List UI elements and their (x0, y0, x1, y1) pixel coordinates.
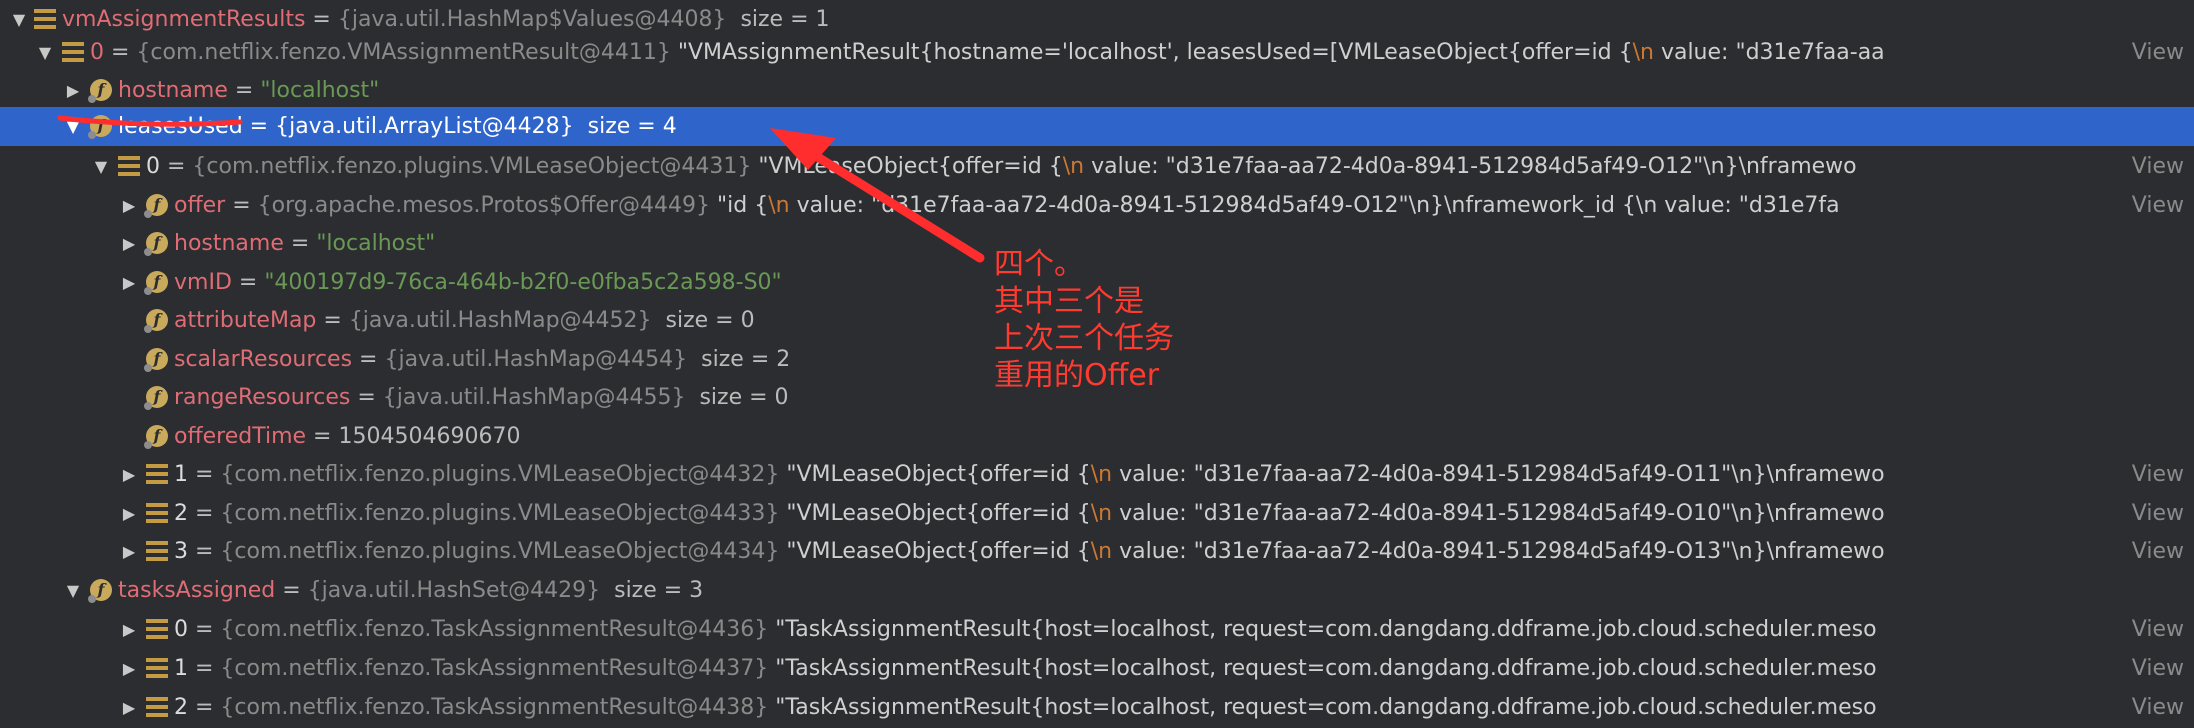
tree-row-label: 2 = {com.netflix.fenzo.plugins.VMLeaseOb… (174, 501, 1885, 526)
field-icon: f (144, 348, 168, 372)
chevron-down-icon[interactable]: ▼ (62, 571, 84, 610)
field-icon: f (144, 232, 168, 256)
view-link[interactable]: View (2121, 494, 2184, 533)
list-icon (146, 502, 168, 524)
list-icon (34, 8, 56, 30)
view-link[interactable]: View (2121, 33, 2184, 72)
tree-row-lease-0[interactable]: ▼ 0 = {com.netflix.fenzo.plugins.VMLease… (0, 147, 2194, 186)
annotation-line: 上次三个任务 (994, 321, 1174, 356)
tree-row-label: scalarResources = {java.util.HashMap@445… (174, 347, 791, 372)
view-link[interactable]: View (2121, 610, 2184, 649)
field-icon: f (144, 425, 168, 449)
chevron-down-icon[interactable]: ▼ (34, 33, 56, 72)
view-link[interactable]: View (2121, 532, 2184, 571)
tree-row-vmassignmentresult-0[interactable]: ▼ 0 = {com.netflix.fenzo.VMAssignmentRes… (0, 33, 2194, 72)
list-icon (146, 657, 168, 679)
view-link[interactable]: View (2121, 455, 2184, 494)
chevron-right-icon[interactable]: ▶ (118, 186, 140, 225)
tree-row-label: vmID = "400197d9-76ca-464b-b2f0-e0fba5c2… (174, 270, 782, 295)
chevron-down-icon[interactable]: ▼ (62, 107, 84, 146)
annotation-line: 重用的Offer (994, 358, 1160, 393)
field-icon: f (144, 271, 168, 295)
tree-row-label: hostname = "localhost" (118, 78, 380, 103)
chevron-right-icon[interactable]: ▶ (62, 71, 84, 110)
view-link[interactable]: View (2121, 688, 2184, 727)
tree-row-label: 0 = {com.netflix.fenzo.TaskAssignmentRes… (174, 617, 1877, 642)
list-icon (118, 155, 140, 177)
tree-row-label: 0 = {com.netflix.fenzo.plugins.VMLeaseOb… (146, 154, 1857, 179)
tree-row-lease-1[interactable]: ▶ 1 = {com.netflix.fenzo.plugins.VMLease… (0, 455, 2194, 494)
field-icon: f (88, 79, 112, 103)
annotation-line: 四个。 (994, 247, 1084, 282)
tree-row-offer[interactable]: ▶ f offer = {org.apache.mesos.Protos$Off… (0, 186, 2194, 225)
tree-row-label: hostname = "localhost" (174, 231, 436, 256)
chevron-right-icon[interactable]: ▶ (118, 494, 140, 533)
tree-row-label: offer = {org.apache.mesos.Protos$Offer@4… (174, 193, 1840, 218)
annotation-note: 四个。 其中三个是 上次三个任务 重用的Offer (994, 246, 1174, 394)
tree-row-label: leasesUsed = {java.util.ArrayList@4428} … (118, 114, 677, 139)
tree-row-lease-2[interactable]: ▶ 2 = {com.netflix.fenzo.plugins.VMLease… (0, 494, 2194, 533)
tree-row-label: 1 = {com.netflix.fenzo.plugins.VMLeaseOb… (174, 462, 1885, 487)
field-icon: f (88, 579, 112, 603)
tree-row-task-2[interactable]: ▶ 2 = {com.netflix.fenzo.TaskAssignmentR… (0, 688, 2194, 727)
tree-row-label: attributeMap = {java.util.HashMap@4452} … (174, 308, 755, 333)
tree-row-offeredtime[interactable]: f offeredTime = 1504504690670 (0, 417, 2194, 456)
tree-row-task-0[interactable]: ▶ 0 = {com.netflix.fenzo.TaskAssignmentR… (0, 610, 2194, 649)
tree-row-label: rangeResources = {java.util.HashMap@4455… (174, 385, 789, 410)
field-icon: f (144, 194, 168, 218)
chevron-right-icon[interactable]: ▶ (118, 610, 140, 649)
view-link[interactable]: View (2121, 649, 2184, 688)
view-link[interactable]: View (2121, 147, 2184, 186)
tree-row-label: tasksAssigned = {java.util.HashSet@4429}… (118, 578, 704, 603)
list-icon (146, 618, 168, 640)
tree-row-task-1[interactable]: ▶ 1 = {com.netflix.fenzo.TaskAssignmentR… (0, 649, 2194, 688)
tree-row-label: 1 = {com.netflix.fenzo.TaskAssignmentRes… (174, 656, 1877, 681)
list-icon (146, 696, 168, 718)
list-icon (62, 41, 84, 63)
tree-row-tasksassigned[interactable]: ▼ f tasksAssigned = {java.util.HashSet@4… (0, 571, 2194, 610)
chevron-right-icon[interactable]: ▶ (118, 263, 140, 302)
tree-row-label: 3 = {com.netflix.fenzo.plugins.VMLeaseOb… (174, 539, 1885, 564)
tree-row-lease-3[interactable]: ▶ 3 = {com.netflix.fenzo.plugins.VMLease… (0, 532, 2194, 571)
tree-row-leasesused[interactable]: ▼ f leasesUsed = {java.util.ArrayList@44… (0, 107, 2194, 146)
chevron-right-icon[interactable]: ▶ (118, 224, 140, 263)
tree-row-label: 0 = {com.netflix.fenzo.VMAssignmentResul… (90, 40, 1885, 65)
annotation-line: 其中三个是 (994, 284, 1144, 319)
tree-row-label: offeredTime = 1504504690670 (174, 424, 521, 449)
chevron-right-icon[interactable]: ▶ (118, 649, 140, 688)
view-link[interactable]: View (2121, 186, 2184, 225)
chevron-right-icon[interactable]: ▶ (118, 532, 140, 571)
chevron-right-icon[interactable]: ▶ (118, 455, 140, 494)
field-icon: f (88, 115, 112, 139)
list-icon (146, 463, 168, 485)
chevron-down-icon[interactable]: ▼ (90, 147, 112, 186)
field-icon: f (144, 309, 168, 333)
list-icon (146, 540, 168, 562)
chevron-right-icon[interactable]: ▶ (118, 688, 140, 727)
tree-row-hostname[interactable]: ▶ f hostname = "localhost" (0, 71, 2194, 110)
tree-row-label: 2 = {com.netflix.fenzo.TaskAssignmentRes… (174, 695, 1877, 720)
field-icon: f (144, 386, 168, 410)
